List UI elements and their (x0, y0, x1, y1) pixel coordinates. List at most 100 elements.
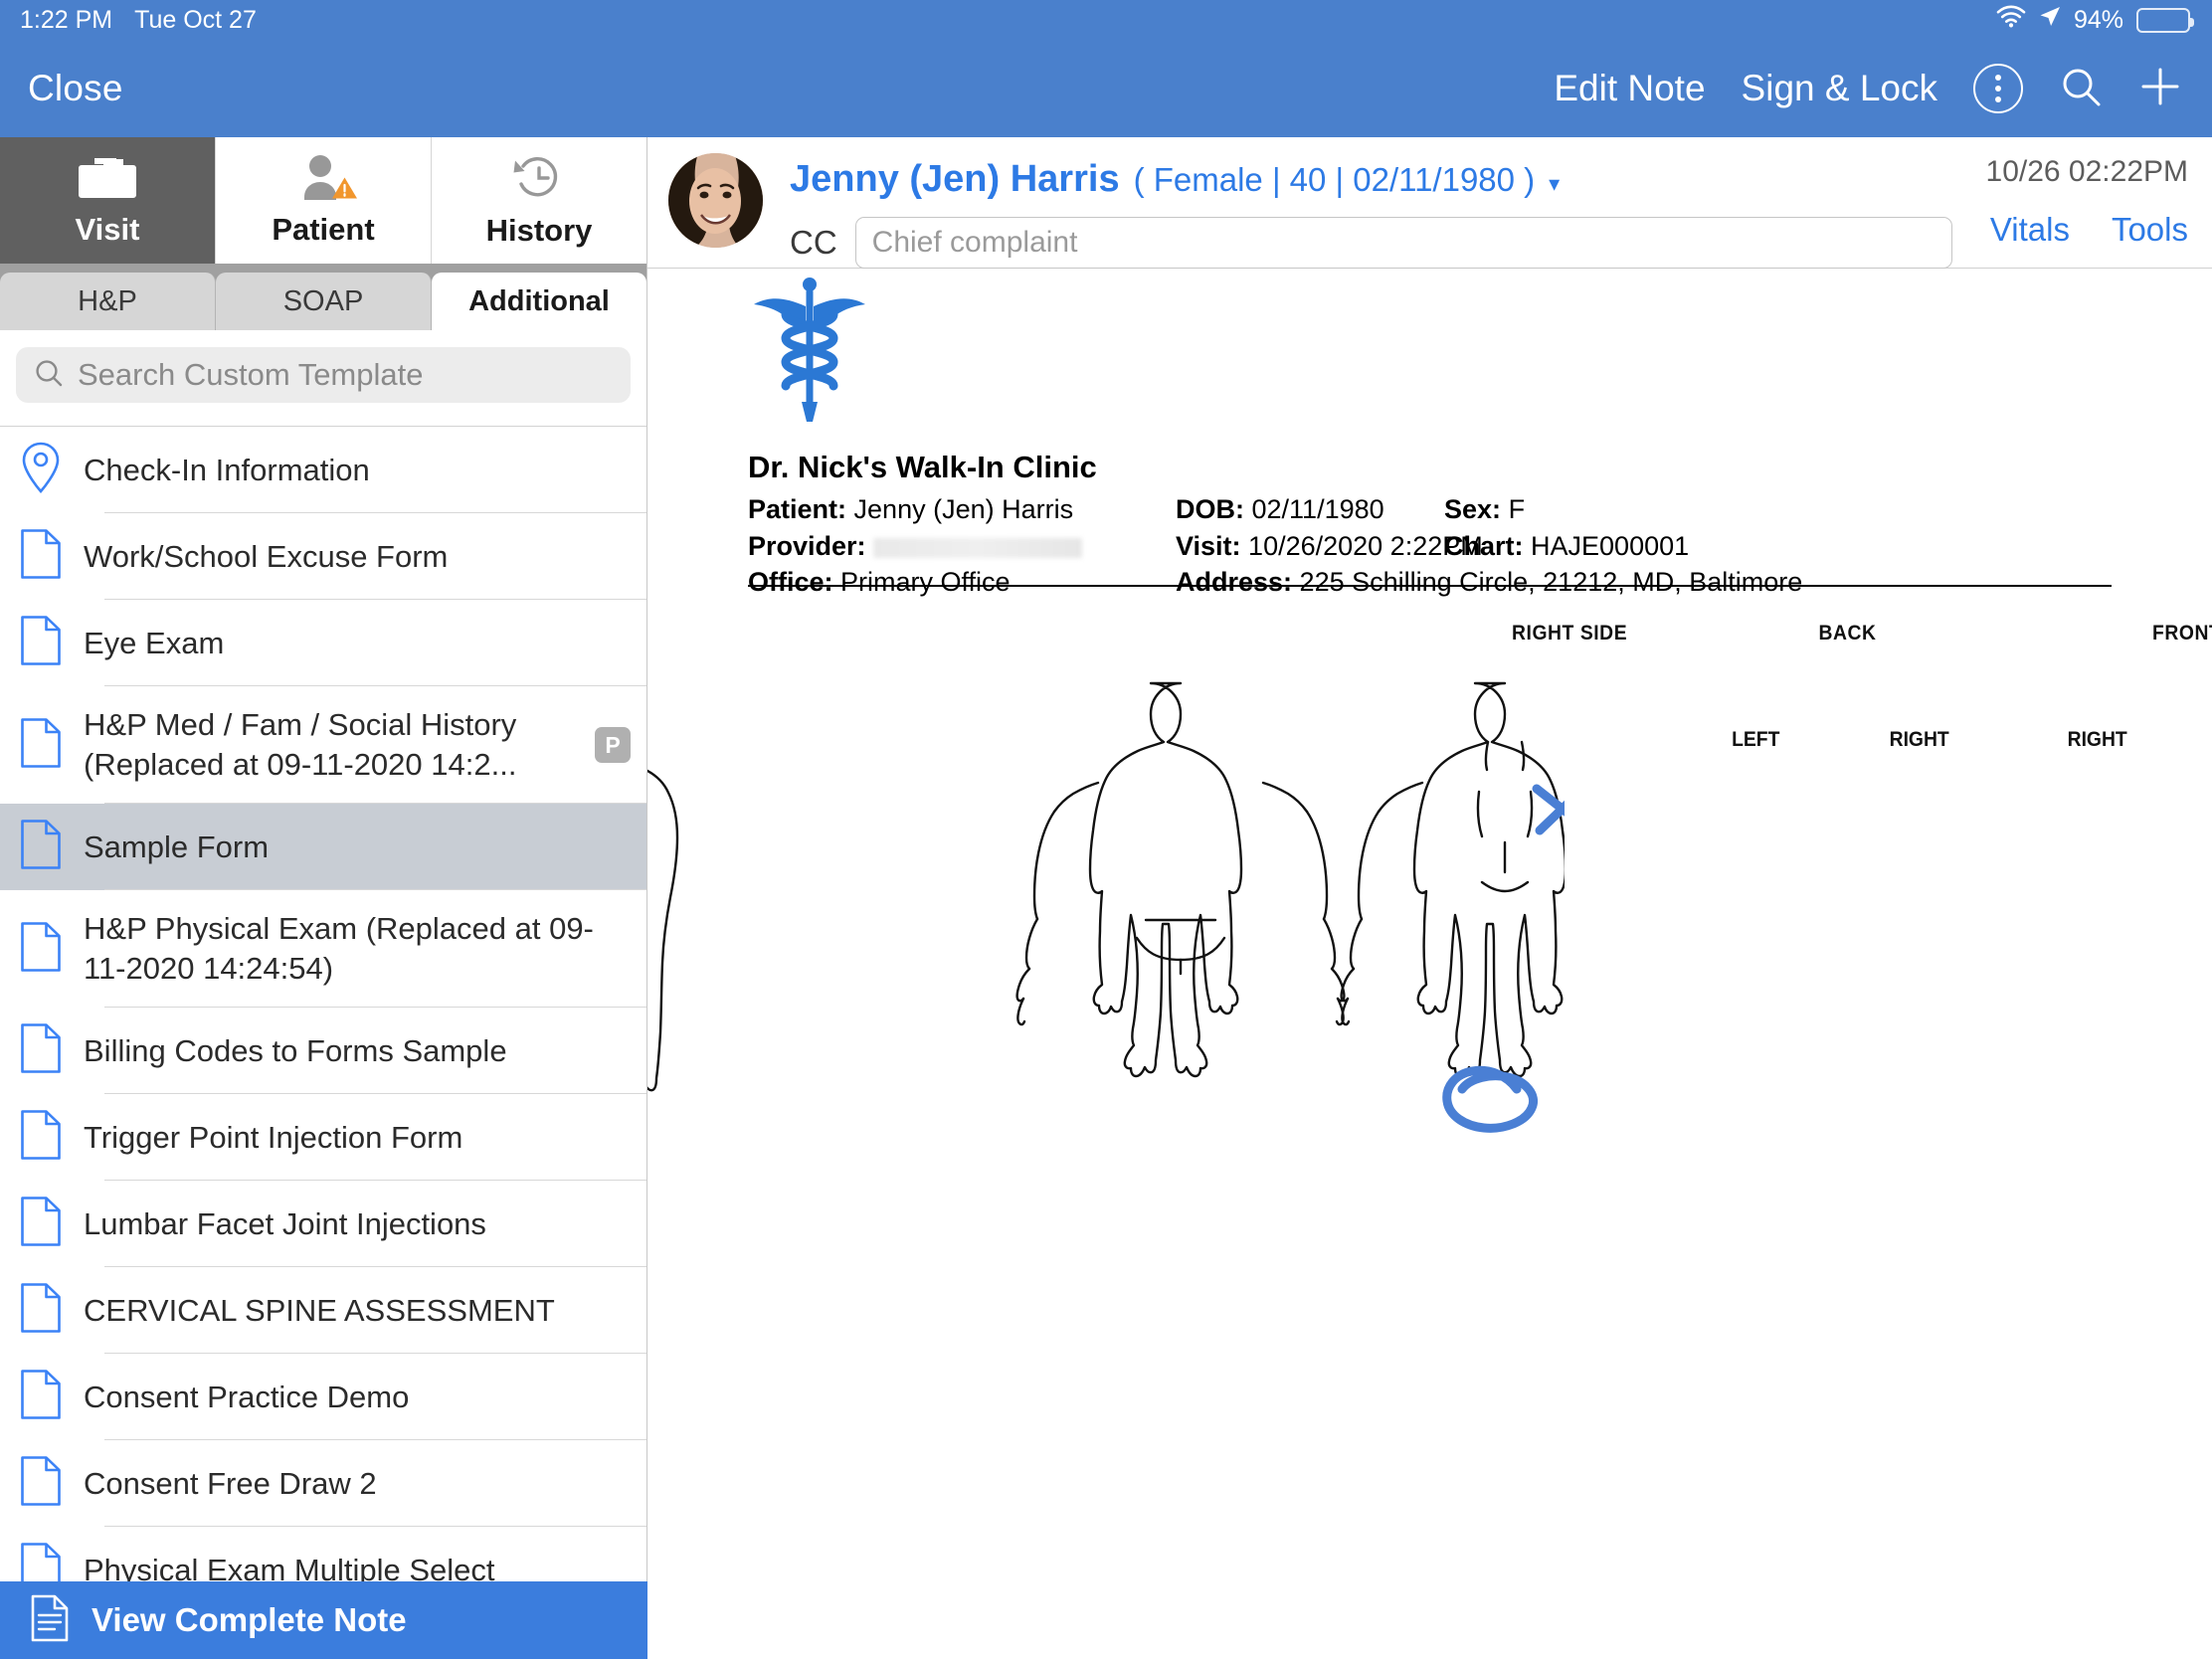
figure-front (1340, 681, 1565, 1078)
folder-icon (78, 153, 137, 206)
list-item[interactable]: H&P Med / Fam / Social History (Replaced… (0, 686, 646, 804)
field-visit: Visit: 10/26/2020 2:22PM (1176, 528, 1483, 565)
list-item-label: Trigger Point Injection Form (84, 1119, 463, 1155)
field-provider: Provider: (748, 528, 1176, 565)
right-panel: Jenny (Jen) Harris ( Female | 40 | 02/11… (647, 137, 2212, 1659)
segment-soap[interactable]: SOAP (216, 273, 432, 330)
figure-right-side (647, 769, 679, 1092)
vitals-button[interactable]: Vitals (1990, 211, 2070, 249)
document-icon (20, 1283, 62, 1338)
field-patient: Patient: Jenny (Jen) Harris (748, 491, 1176, 528)
close-button[interactable]: Close (28, 68, 123, 109)
sign-and-lock-button[interactable]: Sign & Lock (1742, 68, 1937, 109)
segment-hp[interactable]: H&P (0, 273, 216, 330)
pending-badge: P (595, 727, 631, 763)
field-chart-value: HAJE000001 (1531, 530, 1690, 561)
note-lines-icon (30, 1594, 70, 1647)
plus-icon[interactable] (2138, 65, 2182, 113)
patient-header-right: 10/26 02:22PM Vitals Tools (1986, 155, 2188, 249)
document-icon (20, 820, 62, 874)
chevron-down-icon[interactable]: ▾ (1549, 171, 1560, 197)
field-provider-value-redacted (873, 537, 1083, 558)
list-item[interactable]: Billing Codes to Forms Sample (0, 1008, 646, 1094)
list-item[interactable]: Eye Exam (0, 600, 646, 686)
person-icon (294, 153, 357, 206)
list-item[interactable]: Trigger Point Injection Form (0, 1094, 646, 1181)
tab-visit-label: Visit (75, 212, 140, 247)
clinic-name: Dr. Nick's Walk-In Clinic (748, 450, 1097, 484)
list-item[interactable]: Consent Free Draw 2 (0, 1440, 646, 1527)
battery-percent: 94% (2073, 5, 2123, 34)
search-icon[interactable] (2059, 65, 2103, 113)
section-segmented-control: H&P SOAP Additional (0, 264, 646, 330)
body-diagram[interactable]: RIGHT SIDE BACK FRONT LEFT SIDE LEFT RIG… (647, 622, 2212, 1238)
circle-front-thigh (1442, 1065, 1538, 1133)
list-item-label: Consent Practice Demo (84, 1379, 410, 1414)
patient-identity[interactable]: Jenny (Jen) Harris ( Female | 40 | 02/11… (790, 158, 1560, 201)
navigation-bar: Close Edit Note Sign & Lock (0, 40, 2212, 137)
status-bar: 1:22 PM Tue Oct 27 94% (0, 0, 2212, 40)
document-icon (20, 616, 62, 670)
avatar[interactable] (668, 153, 763, 248)
segment-additional[interactable]: Additional (432, 273, 646, 330)
tab-patient[interactable]: Patient (215, 137, 431, 264)
field-sex-key: Sex: (1444, 494, 1502, 524)
chief-complaint-input[interactable] (854, 217, 1952, 269)
location-arrow-icon (2039, 6, 2061, 35)
list-item[interactable]: Consent Practice Demo (0, 1354, 646, 1440)
field-patient-value: Jenny (Jen) Harris (853, 494, 1074, 524)
field-dob: DOB: 02/11/1980 (1176, 491, 1444, 528)
clock-history-icon (511, 152, 567, 207)
list-item[interactable]: Physical Exam Multiple Select (0, 1527, 646, 1581)
list-item[interactable]: CERVICAL SPINE ASSESSMENT (0, 1267, 646, 1354)
tab-visit[interactable]: Visit (0, 137, 215, 264)
note-document-view[interactable]: Dr. Nick's Walk-In Clinic Patient: Jenny… (647, 269, 2212, 1659)
list-item[interactable]: Sample Form (0, 804, 646, 890)
field-visit-key: Visit: (1176, 530, 1241, 561)
body-figures-svg (647, 681, 1565, 1133)
field-address-key: Address: (1176, 567, 1293, 598)
field-office-value: Primary Office (840, 567, 1011, 598)
field-chart: Chart: HAJE000001 (1444, 528, 1689, 565)
tools-button[interactable]: Tools (2112, 211, 2188, 249)
list-item[interactable]: Lumbar Facet Joint Injections (0, 1181, 646, 1267)
document-icon (20, 921, 62, 977)
list-item-label: Consent Free Draw 2 (84, 1465, 377, 1501)
more-vertical-circle-icon[interactable] (1973, 64, 2023, 113)
left-panel: Visit Patient History H&P SOAP Additiona… (0, 137, 647, 1659)
header-links: Vitals Tools (1986, 211, 2188, 249)
app-root: 1:22 PM Tue Oct 27 94% Close Edit Note S… (0, 0, 2212, 1659)
visit-timestamp: 10/26 02:22PM (1985, 155, 2188, 188)
search-icon (34, 358, 64, 393)
field-chart-key: Chart: (1444, 530, 1524, 561)
document-icon (20, 1543, 62, 1581)
list-item[interactable]: H&P Physical Exam (Replaced at 09-11-202… (0, 890, 646, 1008)
list-item-label: Lumbar Facet Joint Injections (84, 1205, 486, 1241)
list-item-label: H&P Physical Exam (Replaced at 09-11-202… (84, 911, 594, 986)
search-input[interactable] (78, 357, 613, 393)
list-item[interactable]: Check-In Information (0, 427, 646, 513)
document-icon (20, 1023, 62, 1078)
front-label-right: RIGHT (2067, 728, 2127, 751)
navigation-actions: Edit Note Sign & Lock (1554, 64, 2182, 113)
field-address: Address: 225 Schilling Circle, 21212, MD… (1176, 564, 1802, 601)
figure-back (1015, 681, 1346, 1078)
view-complete-note-button[interactable]: View Complete Note (0, 1581, 647, 1659)
search-template-box[interactable] (16, 347, 631, 403)
document-icon (20, 1370, 62, 1424)
tab-history[interactable]: History (431, 137, 646, 264)
document-icon (20, 717, 62, 773)
tab-history-label: History (485, 213, 593, 248)
list-item-label: Check-In Information (84, 452, 370, 487)
document-divider (748, 585, 2112, 587)
patient-name: Jenny (Jen) Harris (790, 158, 1120, 200)
document-icon (20, 1456, 62, 1511)
main-tab-bar: Visit Patient History (0, 137, 646, 264)
list-item-label: H&P Med / Fam / Social History (Replaced… (84, 707, 517, 782)
search-template-container (0, 330, 646, 419)
edit-note-button[interactable]: Edit Note (1554, 68, 1705, 109)
list-item[interactable]: Work/School Excuse Form (0, 513, 646, 600)
field-sex-value: F (1508, 494, 1526, 524)
field-office-key: Office: (748, 567, 833, 598)
custom-template-list[interactable]: Check-In Information Work/School Excuse F… (0, 426, 646, 1581)
